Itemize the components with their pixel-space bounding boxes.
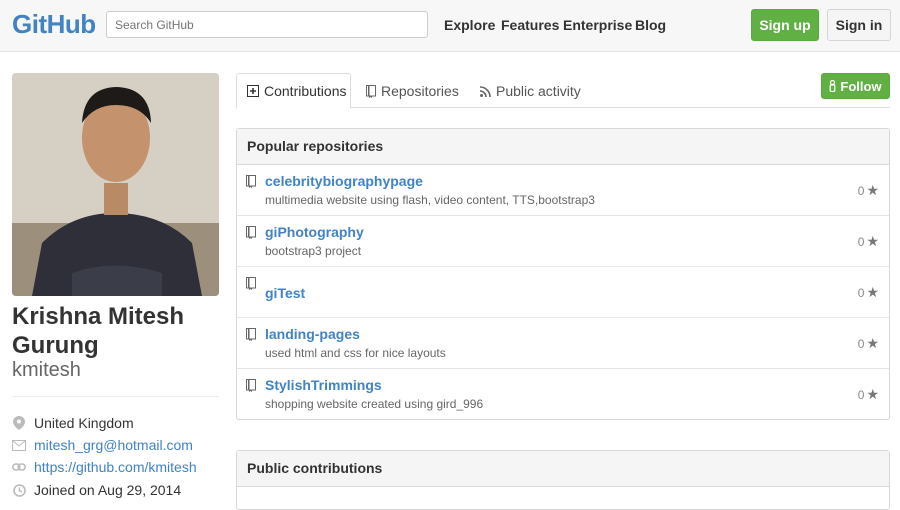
repo-icon bbox=[246, 226, 256, 244]
star-icon: ★ bbox=[866, 335, 879, 351]
location-text: United Kingdom bbox=[34, 415, 134, 431]
star-icon: ★ bbox=[866, 386, 879, 402]
star-count: 0 bbox=[857, 234, 865, 249]
profile-tabs: Contributions Repositories Public activi… bbox=[236, 73, 890, 109]
tab-label: Contributions bbox=[264, 83, 347, 99]
rss-icon bbox=[480, 85, 491, 97]
repo-row[interactable]: landing-pages used html and css for nice … bbox=[237, 318, 889, 369]
plus-square-icon bbox=[247, 85, 259, 97]
repo-stars[interactable]: 0 ★ bbox=[858, 335, 879, 352]
repo-name-link[interactable]: celebritybiographypage bbox=[265, 173, 423, 189]
nav-enterprise[interactable]: Enterprise bbox=[563, 17, 632, 33]
repo-description: multimedia website using flash, video co… bbox=[265, 193, 595, 207]
repo-row[interactable]: StylishTrimmings shopping website created… bbox=[237, 369, 889, 420]
repo-row[interactable]: giPhotography bootstrap3 project 0 ★ bbox=[237, 216, 889, 267]
nav-explore[interactable]: Explore bbox=[444, 17, 495, 33]
repo-row[interactable]: giTest 0 ★ bbox=[237, 267, 889, 318]
signin-button[interactable]: Sign in bbox=[827, 9, 891, 41]
star-count: 0 bbox=[857, 183, 865, 198]
sidebar-divider bbox=[12, 396, 219, 397]
repo-description: used html and css for nice layouts bbox=[265, 346, 446, 360]
detail-joined: Joined on Aug 29, 2014 bbox=[12, 481, 181, 499]
tab-contributions[interactable]: Contributions bbox=[236, 73, 351, 109]
star-icon: ★ bbox=[866, 284, 879, 300]
tab-label: Public activity bbox=[496, 83, 581, 99]
repo-icon bbox=[366, 84, 376, 98]
repo-description: shopping website created using gird_996 bbox=[265, 397, 484, 411]
nav-features[interactable]: Features bbox=[501, 17, 559, 33]
star-icon: ★ bbox=[866, 233, 879, 249]
star-count: 0 bbox=[857, 336, 865, 351]
tab-label: Repositories bbox=[381, 83, 459, 99]
profile-username: kmitesh bbox=[12, 359, 81, 381]
detail-website: https://github.com/kmitesh bbox=[12, 458, 197, 476]
repo-icon bbox=[246, 277, 256, 295]
follow-label: Follow bbox=[840, 78, 882, 94]
person-icon bbox=[829, 80, 836, 92]
avatar bbox=[12, 73, 219, 296]
repo-row[interactable]: celebritybiographypage multimedia website… bbox=[237, 165, 889, 216]
popular-repositories-title: Popular repositories bbox=[237, 129, 889, 165]
top-header: GitHub Explore Features Enterprise Blog … bbox=[0, 0, 900, 52]
link-icon bbox=[12, 460, 26, 474]
star-count: 0 bbox=[857, 285, 865, 300]
mail-icon bbox=[12, 438, 26, 452]
tab-public-activity[interactable]: Public activity bbox=[470, 73, 591, 109]
public-contributions-title: Public contributions bbox=[237, 451, 889, 487]
website-link[interactable]: https://github.com/kmitesh bbox=[34, 459, 197, 475]
repo-icon bbox=[246, 328, 256, 346]
repo-stars[interactable]: 0 ★ bbox=[858, 386, 879, 403]
popular-repositories-box: Popular repositories celebritybiographyp… bbox=[236, 128, 890, 420]
repo-stars[interactable]: 0 ★ bbox=[858, 182, 879, 199]
profile-fullname: Krishna Mitesh Gurung bbox=[12, 303, 185, 359]
follow-button[interactable]: Follow bbox=[821, 73, 890, 99]
repo-icon bbox=[246, 175, 256, 193]
repo-icon bbox=[246, 379, 256, 397]
repo-description: bootstrap3 project bbox=[265, 244, 362, 258]
repo-name-link[interactable]: giTest bbox=[265, 285, 305, 301]
location-pin-icon bbox=[12, 416, 26, 430]
detail-location: United Kingdom bbox=[12, 414, 134, 432]
repo-name-link[interactable]: landing-pages bbox=[265, 326, 360, 342]
repo-stars[interactable]: 0 ★ bbox=[858, 233, 879, 250]
repo-name-link[interactable]: giPhotography bbox=[265, 224, 364, 240]
search-input[interactable] bbox=[106, 11, 428, 38]
joined-text: Joined on Aug 29, 2014 bbox=[34, 482, 182, 498]
nav-blog[interactable]: Blog bbox=[635, 17, 666, 33]
star-count: 0 bbox=[857, 387, 865, 402]
star-icon: ★ bbox=[866, 182, 879, 198]
tab-repositories[interactable]: Repositories bbox=[356, 73, 469, 109]
repo-stars[interactable]: 0 ★ bbox=[858, 284, 879, 301]
clock-icon bbox=[12, 483, 26, 497]
detail-email: mitesh_grg@hotmail.com bbox=[12, 436, 193, 454]
repo-name-link[interactable]: StylishTrimmings bbox=[265, 377, 382, 393]
public-contributions-box: Public contributions bbox=[236, 450, 890, 510]
signup-button[interactable]: Sign up bbox=[751, 9, 819, 41]
repo-list: celebritybiographypage multimedia website… bbox=[237, 165, 889, 420]
email-link[interactable]: mitesh_grg@hotmail.com bbox=[34, 437, 193, 453]
github-logo[interactable]: GitHub bbox=[12, 9, 96, 40]
